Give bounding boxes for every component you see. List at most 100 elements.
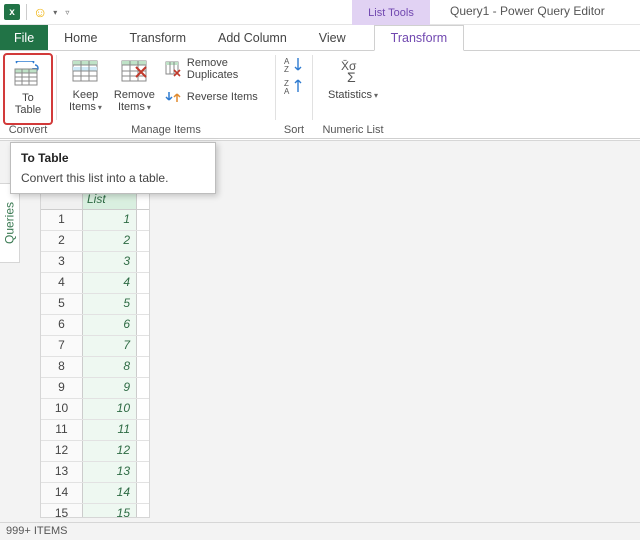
- table-row[interactable]: 1313: [41, 462, 149, 483]
- cell-value[interactable]: 6: [83, 315, 137, 335]
- ribbon-group-convert: To Table Convert: [0, 51, 56, 138]
- group-label-numeric-list: Numeric List: [313, 124, 393, 136]
- data-grid[interactable]: List 11223344556677889910101111121213131…: [40, 189, 150, 518]
- cell-value[interactable]: 2: [83, 231, 137, 251]
- table-row[interactable]: 55: [41, 294, 149, 315]
- table-row[interactable]: 1212: [41, 441, 149, 462]
- row-number: 10: [41, 399, 83, 419]
- row-number: 13: [41, 462, 83, 482]
- remove-items-icon: [118, 55, 150, 87]
- keep-items-label: Keep Items: [69, 89, 102, 114]
- cell-value[interactable]: 9: [83, 378, 137, 398]
- row-number: 8: [41, 357, 83, 377]
- queries-label: Queries: [3, 202, 17, 244]
- tooltip-to-table: To Table Convert this list into a table.: [10, 142, 216, 194]
- remove-items-button[interactable]: Remove Items: [108, 53, 161, 119]
- cell-value[interactable]: 8: [83, 357, 137, 377]
- to-table-icon: [12, 58, 44, 90]
- contextual-tab-list-tools: List Tools: [352, 0, 430, 25]
- svg-text:Z: Z: [284, 65, 289, 73]
- table-row[interactable]: 88: [41, 357, 149, 378]
- statistics-label: Statistics: [328, 89, 378, 102]
- to-table-highlight: To Table: [3, 53, 53, 125]
- group-label-manage-items: Manage Items: [57, 124, 275, 136]
- tab-transform[interactable]: Transform: [114, 25, 203, 50]
- to-table-button[interactable]: To Table: [6, 56, 50, 122]
- separator: [26, 4, 27, 20]
- table-row[interactable]: 99: [41, 378, 149, 399]
- ribbon-group-manage-items: Keep Items Remove Ite: [57, 51, 275, 138]
- table-row[interactable]: 1414: [41, 483, 149, 504]
- statistics-button[interactable]: X̄σ Σ Statistics: [322, 53, 384, 119]
- tooltip-title: To Table: [21, 151, 205, 165]
- remove-duplicates-label: Remove Duplicates: [187, 57, 265, 81]
- tab-transform-context[interactable]: Transform: [374, 25, 465, 51]
- table-row[interactable]: 77: [41, 336, 149, 357]
- row-number: 4: [41, 273, 83, 293]
- table-row[interactable]: 66: [41, 315, 149, 336]
- remove-duplicates-button[interactable]: Remove Duplicates: [161, 55, 269, 83]
- cell-value[interactable]: 11: [83, 420, 137, 440]
- cell-value[interactable]: 10: [83, 399, 137, 419]
- group-label-sort: Sort: [276, 124, 312, 136]
- cell-value[interactable]: 15: [83, 504, 137, 518]
- quick-access-toolbar: x ☺ ▾ ▿: [0, 4, 73, 20]
- cell-value[interactable]: 12: [83, 441, 137, 461]
- table-row[interactable]: 22: [41, 231, 149, 252]
- reverse-items-icon: [165, 89, 181, 105]
- ribbon: To Table Convert: [0, 51, 640, 139]
- statistics-icon: X̄σ Σ: [337, 55, 369, 87]
- keep-items-icon: [69, 55, 101, 87]
- cell-value[interactable]: 4: [83, 273, 137, 293]
- table-row[interactable]: 1111: [41, 420, 149, 441]
- cell-value[interactable]: 3: [83, 252, 137, 272]
- tab-view[interactable]: View: [303, 25, 362, 50]
- cell-value[interactable]: 5: [83, 294, 137, 314]
- row-number: 12: [41, 441, 83, 461]
- sort-desc-button[interactable]: ZA: [284, 77, 304, 95]
- table-row[interactable]: 44: [41, 273, 149, 294]
- row-number: 11: [41, 420, 83, 440]
- status-bar: 999+ ITEMS: [0, 522, 640, 540]
- smiley-icon[interactable]: ☺: [33, 4, 47, 20]
- excel-icon: x: [4, 4, 20, 20]
- tab-file[interactable]: File: [0, 25, 48, 50]
- table-row[interactable]: 1515: [41, 504, 149, 518]
- table-row[interactable]: 11: [41, 210, 149, 231]
- cell-value[interactable]: 1: [83, 210, 137, 230]
- tab-add-column[interactable]: Add Column: [202, 25, 303, 50]
- sort-asc-button[interactable]: AZ: [284, 55, 304, 73]
- to-table-label: To Table: [15, 92, 41, 116]
- editor-area: Queries List 112233445566778899101011111…: [0, 140, 640, 522]
- ribbon-group-sort: AZ ZA Sort: [276, 51, 312, 138]
- qat-dropdown-icon[interactable]: ▾: [53, 8, 57, 17]
- remove-duplicates-icon: [165, 61, 181, 77]
- svg-text:Σ: Σ: [347, 69, 356, 84]
- row-number: 5: [41, 294, 83, 314]
- tooltip-body: Convert this list into a table.: [21, 171, 205, 185]
- svg-text:A: A: [284, 87, 290, 95]
- title-bar: x ☺ ▾ ▿ List Tools Query1 - Power Query …: [0, 0, 640, 25]
- tab-home[interactable]: Home: [48, 25, 113, 50]
- table-row[interactable]: 1010: [41, 399, 149, 420]
- group-label-convert: Convert: [0, 124, 56, 136]
- row-number: 1: [41, 210, 83, 230]
- qat-customize-icon[interactable]: ▿: [65, 8, 69, 17]
- row-number: 3: [41, 252, 83, 272]
- cell-value[interactable]: 13: [83, 462, 137, 482]
- queries-pane-collapsed[interactable]: Queries: [0, 183, 20, 263]
- window-title: Query1 - Power Query Editor: [450, 4, 605, 18]
- reverse-items-label: Reverse Items: [187, 91, 258, 103]
- cell-value[interactable]: 7: [83, 336, 137, 356]
- status-item-count: 999+ ITEMS: [6, 525, 67, 537]
- ribbon-tabs: File Home Transform Add Column View Tran…: [0, 25, 640, 51]
- reverse-items-button[interactable]: Reverse Items: [161, 87, 269, 107]
- ribbon-group-numeric-list: X̄σ Σ Statistics Numeric List: [313, 51, 393, 138]
- row-number: 6: [41, 315, 83, 335]
- keep-items-button[interactable]: Keep Items: [63, 53, 108, 119]
- remove-items-label: Remove Items: [114, 89, 155, 114]
- cell-value[interactable]: 14: [83, 483, 137, 503]
- row-number: 15: [41, 504, 83, 518]
- table-row[interactable]: 33: [41, 252, 149, 273]
- row-number: 14: [41, 483, 83, 503]
